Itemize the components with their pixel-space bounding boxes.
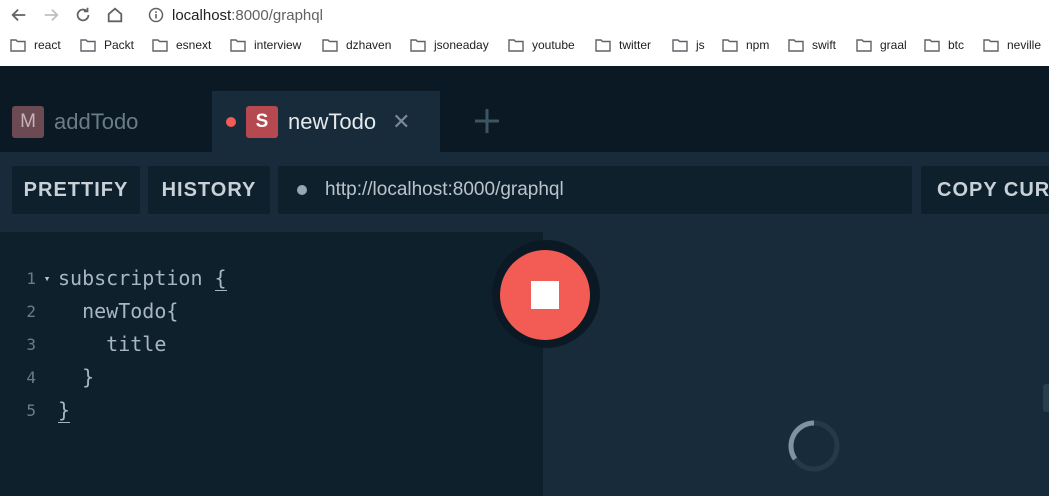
bookmarks-bar: react Packt esnext interview dzhaven jso… <box>0 34 1049 56</box>
browser-chrome: localhost:8000/graphql react Packt esnex… <box>0 0 1049 66</box>
line-number: 4 <box>26 367 36 387</box>
line-number: 5 <box>26 400 36 420</box>
bookmark-folder[interactable]: neville <box>983 34 1041 56</box>
code-text: title <box>58 332 167 356</box>
matched-brace: { <box>214 265 227 291</box>
back-button[interactable] <box>8 4 30 26</box>
mutation-badge: M <box>12 105 44 138</box>
code-line: 2 newTodo{ <box>0 295 178 327</box>
close-icon[interactable]: ✕ <box>392 110 410 133</box>
folder-icon <box>788 38 804 52</box>
editor-toolbar: PRETTIFY HISTORY http://localhost:8000/g… <box>0 152 1049 232</box>
tab-newtodo[interactable]: S newTodo ✕ <box>212 91 440 152</box>
url-text: localhost:8000/graphql <box>172 7 323 24</box>
loading-spinner-icon <box>788 420 840 472</box>
code-line: 3 title <box>0 328 166 360</box>
folder-icon <box>983 38 999 52</box>
history-button[interactable]: HISTORY <box>148 166 270 214</box>
address-bar[interactable]: localhost:8000/graphql <box>140 2 440 28</box>
bookmark-label: interview <box>254 38 302 52</box>
tab-title: newTodo <box>288 108 377 134</box>
query-editor[interactable]: 1 ▾ subscription { 2 newTodo{ 3 title 4 … <box>0 232 543 496</box>
endpoint-input[interactable]: http://localhost:8000/graphql <box>278 166 912 214</box>
bookmark-folder[interactable]: react <box>10 34 61 56</box>
url-host: localhost <box>172 6 232 24</box>
bookmark-label: twitter <box>619 38 652 52</box>
line-number: 2 <box>26 301 36 321</box>
bookmark-folder[interactable]: btc <box>924 34 964 56</box>
bookmark-label: esnext <box>176 38 212 52</box>
bookmark-label: js <box>696 38 705 52</box>
code-line: 1 ▾ subscription { <box>0 262 227 294</box>
folder-icon <box>722 38 738 52</box>
bookmark-folder[interactable]: Packt <box>80 34 134 56</box>
bookmark-label: dzhaven <box>346 38 392 52</box>
bookmark-folder[interactable]: jsoneaday <box>410 34 489 56</box>
matched-brace: } <box>58 397 71 423</box>
code-line: 5 } <box>0 394 71 426</box>
arrow-left-icon <box>11 8 26 22</box>
folder-icon <box>924 38 940 52</box>
code-text: newTodo{ <box>58 299 179 323</box>
bookmark-folder[interactable]: interview <box>230 34 301 56</box>
subscription-badge: S <box>246 105 278 138</box>
panel-toggle-handle[interactable] <box>1043 384 1049 412</box>
query-tab-bar: M addTodo S newTodo ✕ <box>0 66 1049 152</box>
forward-button[interactable] <box>40 4 62 26</box>
folder-icon <box>595 38 611 52</box>
line-number: 1 <box>26 268 36 288</box>
tab-title: addTodo <box>54 108 139 134</box>
bookmark-folder[interactable]: js <box>672 34 705 56</box>
add-tab-icon[interactable] <box>470 104 504 138</box>
bookmark-label: neville <box>1007 38 1042 52</box>
fold-arrow-icon[interactable]: ▾ <box>36 272 58 285</box>
copy-curl-button[interactable]: COPY CURL <box>921 166 1049 214</box>
folder-icon <box>508 38 524 52</box>
code-text: subscription <box>58 266 215 290</box>
tab-addtodo[interactable]: M addTodo <box>0 91 210 152</box>
reload-button[interactable] <box>72 4 94 26</box>
connection-status-dot <box>297 185 307 195</box>
bookmark-folder[interactable]: npm <box>722 34 769 56</box>
bookmark-label: youtube <box>532 38 575 52</box>
prettify-button[interactable]: PRETTIFY <box>12 166 140 214</box>
bookmark-folder[interactable]: youtube <box>508 34 575 56</box>
folder-icon <box>152 38 168 52</box>
info-icon <box>148 7 164 23</box>
bookmark-folder[interactable]: graal <box>856 34 907 56</box>
bookmark-folder[interactable]: dzhaven <box>322 34 391 56</box>
code-line: 4 } <box>0 361 94 393</box>
line-number: 3 <box>26 334 36 354</box>
folder-icon <box>410 38 426 52</box>
folder-icon <box>80 38 96 52</box>
folder-icon <box>672 38 688 52</box>
bookmark-label: graal <box>880 38 907 52</box>
bookmark-folder[interactable]: swift <box>788 34 836 56</box>
stop-icon <box>531 281 559 309</box>
bookmark-label: swift <box>812 38 836 52</box>
folder-icon <box>230 38 246 52</box>
home-icon <box>107 7 123 23</box>
bookmark-label: jsoneaday <box>434 38 489 52</box>
bookmark-label: btc <box>948 38 965 52</box>
bookmark-folder[interactable]: twitter <box>595 34 651 56</box>
home-button[interactable] <box>104 4 126 26</box>
bookmark-folder[interactable]: esnext <box>152 34 211 56</box>
bookmark-label: Packt <box>104 38 135 52</box>
url-path: :8000/graphql <box>231 6 323 24</box>
stop-subscription-button[interactable] <box>500 250 590 340</box>
unsaved-indicator <box>226 116 236 127</box>
arrow-right-icon <box>44 8 59 22</box>
folder-icon <box>10 38 26 52</box>
folder-icon <box>856 38 872 52</box>
reload-icon <box>76 7 90 22</box>
code-text: } <box>58 365 95 389</box>
endpoint-url: http://localhost:8000/graphql <box>325 179 564 200</box>
bookmark-label: react <box>34 38 61 52</box>
folder-icon <box>322 38 338 52</box>
bookmark-label: npm <box>746 38 770 52</box>
